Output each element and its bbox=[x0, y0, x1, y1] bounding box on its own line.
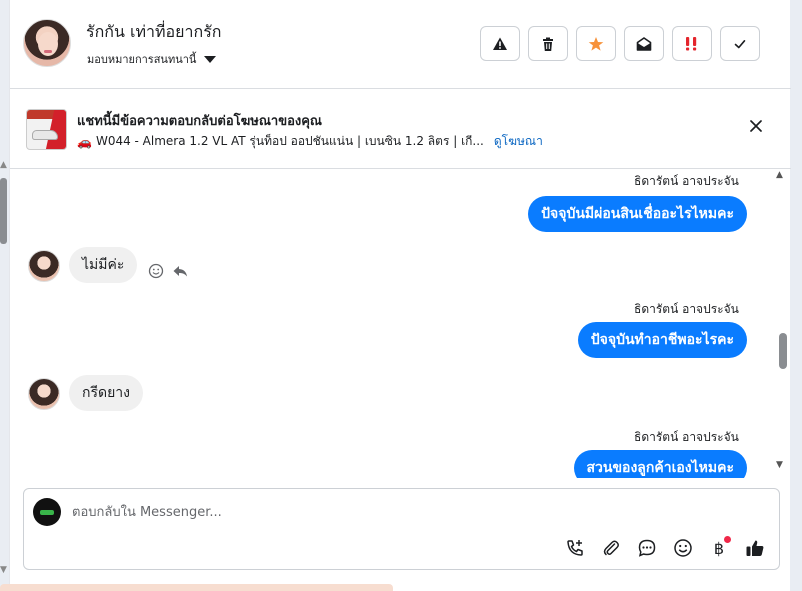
reply-composer: ฿ bbox=[23, 488, 780, 570]
left-scroll-thumb[interactable] bbox=[0, 178, 7, 244]
contact-avatar-small[interactable] bbox=[28, 250, 60, 282]
star-icon bbox=[588, 36, 604, 51]
important-button[interactable] bbox=[672, 26, 712, 61]
warning-icon bbox=[493, 37, 507, 50]
paperclip-icon bbox=[603, 540, 619, 556]
caret-down-icon[interactable] bbox=[204, 55, 217, 63]
like-button[interactable] bbox=[743, 536, 767, 560]
phone-plus-icon bbox=[567, 540, 583, 556]
trash-icon bbox=[543, 37, 553, 51]
payment-button[interactable]: ฿ bbox=[707, 536, 731, 560]
close-icon bbox=[750, 120, 762, 132]
header-actions bbox=[480, 26, 760, 61]
baht-icon: ฿ bbox=[713, 538, 725, 558]
star-button[interactable] bbox=[576, 26, 616, 61]
incoming-message[interactable]: ไม่มีค่ะ bbox=[69, 247, 138, 283]
ad-reply-banner: แชทนี้มีข้อความตอบกลับต่อโฆษณาของคุณ 🚗 W… bbox=[10, 90, 791, 169]
saved-replies-button[interactable] bbox=[635, 536, 659, 560]
notification-dot bbox=[724, 536, 731, 543]
react-emoji-icon[interactable] bbox=[148, 263, 164, 279]
mark-done-button[interactable] bbox=[720, 26, 760, 61]
message-input[interactable] bbox=[72, 501, 752, 523]
reply-icon[interactable] bbox=[172, 263, 188, 279]
contact-avatar[interactable] bbox=[23, 19, 71, 67]
car-emoji: 🚗 bbox=[77, 134, 92, 149]
page: ▲ ▼ รักกัน เท่าที่อยากรัก มอบหมายการสนทน… bbox=[0, 0, 802, 591]
ad-description: W044 - Almera 1.2 VL AT รุ่นท็อป ออปชันแ… bbox=[95, 134, 484, 148]
scroll-up-arrow-icon[interactable]: ▲ bbox=[0, 160, 7, 170]
message-scroll-thumb[interactable] bbox=[779, 333, 787, 369]
contact-name: รักกัน เท่าที่อยากรัก bbox=[86, 22, 222, 41]
ad-banner-title: แชทนี้มีข้อความตอบกลับต่อโฆษณาของคุณ bbox=[77, 114, 322, 129]
composer-toolbar: ฿ bbox=[563, 536, 767, 560]
important-icon bbox=[686, 36, 697, 50]
report-spam-button[interactable] bbox=[480, 26, 520, 61]
thumbs-up-icon bbox=[746, 540, 764, 556]
message-sender: ธิดารัตน์ อาจประจัน bbox=[634, 174, 739, 188]
scroll-up-arrow-icon[interactable]: ▲ bbox=[776, 170, 783, 180]
incoming-message[interactable]: กรีดยาง bbox=[69, 375, 143, 411]
call-button[interactable] bbox=[563, 536, 587, 560]
chat-bubble-icon bbox=[638, 539, 656, 557]
message-list[interactable]: ธิดารัตน์ อาจประจัน ปัจจุบันมีผ่อนสินเชื… bbox=[10, 170, 791, 478]
view-ad-link[interactable]: ดูโฆษณา bbox=[494, 132, 543, 151]
mark-unread-button[interactable] bbox=[624, 26, 664, 61]
assign-label: มอบหมายการสนทนานี้ bbox=[87, 53, 197, 66]
emoji-button[interactable] bbox=[671, 536, 695, 560]
contact-avatar-small[interactable] bbox=[28, 378, 60, 410]
envelope-open-icon bbox=[636, 36, 652, 51]
conversation-header: รักกัน เท่าที่อยากรัก มอบหมายการสนทนานี้ bbox=[10, 0, 791, 89]
assign-conversation-dropdown[interactable]: มอบหมายการสนทนานี้ bbox=[87, 50, 217, 68]
left-scrollbar[interactable]: ▲ ▼ bbox=[0, 160, 8, 580]
outgoing-message[interactable]: ปัจจุบันมีผ่อนสินเชื่ออะไรไหมคะ bbox=[528, 196, 747, 232]
page-avatar bbox=[33, 498, 61, 526]
attach-button[interactable] bbox=[599, 536, 623, 560]
ad-description-line: 🚗 W044 - Almera 1.2 VL AT รุ่นท็อป ออปชั… bbox=[77, 132, 543, 151]
bottom-notification-strip bbox=[0, 584, 393, 591]
message-tools bbox=[148, 263, 188, 279]
delete-button[interactable] bbox=[528, 26, 568, 61]
message-scrollbar[interactable]: ▲ ▼ bbox=[774, 170, 788, 478]
scroll-down-arrow-icon[interactable]: ▼ bbox=[0, 565, 7, 575]
outgoing-message[interactable]: สวนของลูกค้าเองไหมคะ bbox=[573, 450, 747, 478]
close-banner-button[interactable] bbox=[746, 116, 766, 136]
message-sender: ธิดารัตน์ อาจประจัน bbox=[634, 302, 739, 316]
outgoing-message[interactable]: ปัจจุบันทำอาชีพอะไรคะ bbox=[577, 322, 747, 358]
smiley-icon bbox=[674, 539, 692, 557]
check-icon bbox=[734, 39, 746, 48]
ad-thumbnail[interactable] bbox=[26, 109, 67, 150]
scroll-down-arrow-icon[interactable]: ▼ bbox=[776, 460, 783, 470]
message-sender: ธิดารัตน์ อาจประจัน bbox=[634, 430, 739, 444]
conversation-panel: รักกัน เท่าที่อยากรัก มอบหมายการสนทนานี้ bbox=[9, 0, 791, 591]
